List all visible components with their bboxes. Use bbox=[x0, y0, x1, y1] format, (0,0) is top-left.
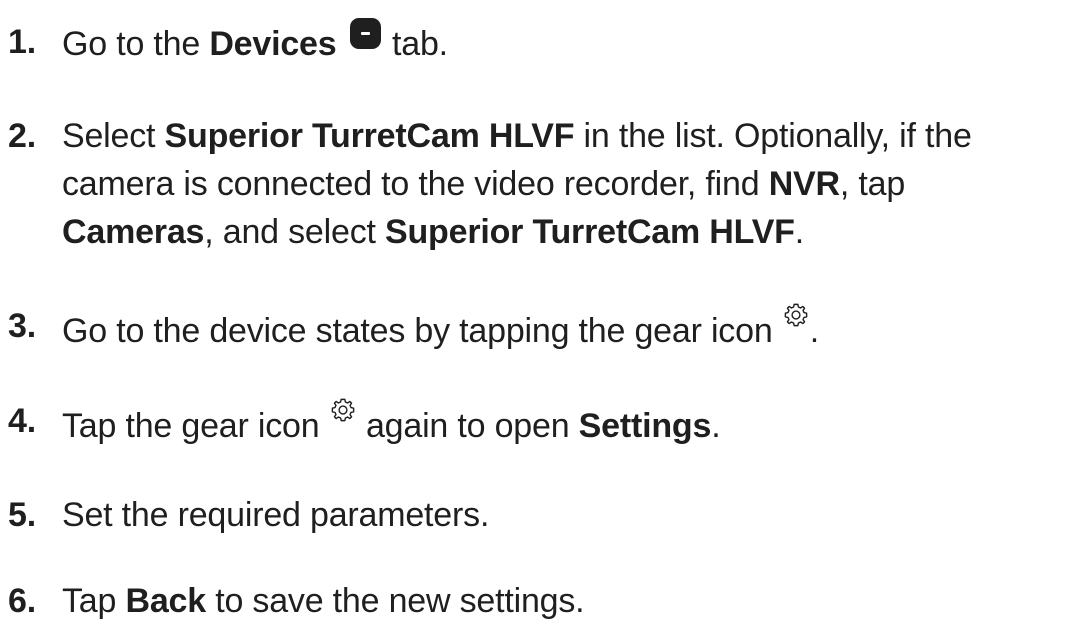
device-name-label: Superior TurretCam HLVF bbox=[385, 213, 795, 251]
step-4: 4. Tap the gear icon again to open Setti… bbox=[8, 397, 1076, 450]
devices-label: Devices bbox=[209, 25, 337, 63]
step-text: . bbox=[711, 407, 721, 445]
step-number: 4. bbox=[8, 402, 36, 440]
step-3: 3. Go to the device states by tapping th… bbox=[8, 302, 1076, 355]
instruction-steps: 1. Go to the Devices tab. 2. Select Supe… bbox=[0, 0, 1076, 630]
step-number: 6. bbox=[8, 582, 36, 620]
step-number: 5. bbox=[8, 496, 36, 534]
step-text: camera is connected to the video recorde… bbox=[62, 165, 769, 203]
step-text: Go to the bbox=[62, 25, 210, 63]
step-text: Tap bbox=[62, 582, 126, 620]
gear-icon bbox=[783, 302, 809, 328]
cameras-label: Cameras bbox=[62, 213, 205, 251]
step-number: 3. bbox=[8, 307, 36, 345]
step-text: Select bbox=[62, 117, 165, 155]
step-6: 6. Tap Back to save the new settings. bbox=[8, 577, 1076, 625]
step-5: 5. Set the required parameters. bbox=[8, 491, 1076, 539]
step-text: in the list. Optionally, if the bbox=[574, 117, 972, 155]
step-text: tab. bbox=[391, 25, 448, 63]
step-number: 1. bbox=[8, 23, 36, 61]
step-text: . bbox=[809, 312, 820, 350]
step-1: 1. Go to the Devices tab. bbox=[8, 18, 1076, 68]
step-text: again to open bbox=[356, 407, 579, 445]
nvr-label: NVR bbox=[768, 165, 840, 203]
step-text: . bbox=[794, 213, 804, 251]
step-text: Set the required parameters. bbox=[62, 496, 490, 534]
step-text: Go to the device states by tapping the g… bbox=[62, 312, 782, 350]
step-text: , tap bbox=[839, 165, 906, 203]
back-label: Back bbox=[125, 582, 206, 620]
step-text: to save the new settings. bbox=[205, 582, 585, 620]
step-text: , and select bbox=[204, 213, 385, 251]
step-number: 2. bbox=[8, 117, 36, 155]
device-name-label: Superior TurretCam HLVF bbox=[164, 117, 575, 155]
settings-label: Settings bbox=[578, 407, 712, 445]
gear-icon bbox=[330, 397, 356, 423]
step-2: 2. Select Superior TurretCam HLVF in the… bbox=[8, 112, 1076, 256]
devices-tab-icon bbox=[349, 18, 381, 49]
step-text: Tap the gear icon bbox=[62, 407, 329, 445]
